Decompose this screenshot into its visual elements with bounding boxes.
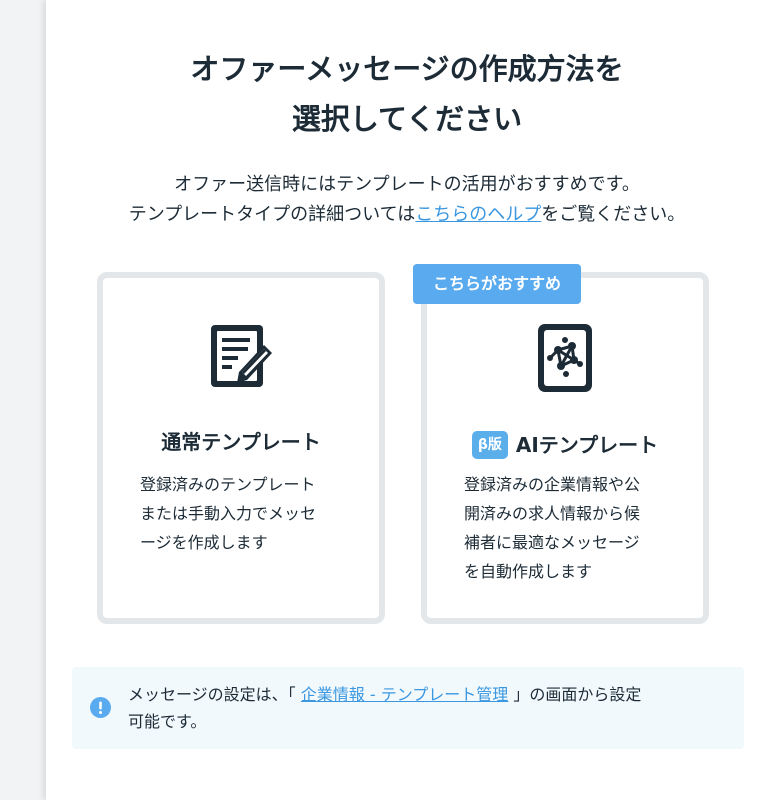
ai-network-icon (538, 324, 592, 392)
document-edit-icon (211, 325, 272, 387)
page-title-line2: 選択してください (291, 102, 523, 136)
exclamation-icon (90, 697, 111, 718)
ai-template-desc-line: 開済みの求人情報から候 (464, 504, 641, 523)
page-title-line1: オファーメッセージの作成方法を (190, 52, 624, 86)
notice-suffix: 」の画面から設定 (513, 685, 642, 704)
notice-text: メッセージの設定は、「 企業情報 - テンプレート管理 」の画面から設定 可能で… (128, 681, 728, 735)
ai-template-desc-line: を自動作成します (464, 562, 593, 581)
ai-template-title: β版 AIテンプレート (427, 428, 703, 459)
notice-prefix: メッセージの設定は、「 (128, 685, 296, 704)
page-description: オファー送信時にはテンプレートの活用がおすすめです。 テンプレートタイプの詳細つ… (46, 170, 768, 230)
notice-line2: 可能です。 (128, 712, 207, 731)
normal-template-title: 通常テンプレート (103, 428, 379, 456)
ai-template-desc-line: 登録済みの企業情報や公 (464, 475, 641, 494)
template-management-link[interactable]: 企業情報 - テンプレート管理 (301, 685, 508, 704)
normal-template-title-text: 通常テンプレート (161, 430, 321, 454)
description-line1: オファー送信時にはテンプレートの活用がおすすめです。 (174, 174, 640, 195)
settings-notice: メッセージの設定は、「 企業情報 - テンプレート管理 」の画面から設定 可能で… (72, 667, 744, 749)
recommend-badge: こちらがおすすめ (413, 264, 581, 304)
normal-template-desc: 登録済みのテンプレート または手動入力でメッセ ージを作成します (140, 470, 350, 557)
ai-template-desc-line: 補者に最適なメッセージ (464, 533, 640, 552)
normal-template-desc-line: 登録済みのテンプレート (140, 475, 316, 494)
ai-template-card[interactable]: β版 AIテンプレート 登録済みの企業情報や公 開済みの求人情報から候 補者に最… (421, 272, 709, 624)
ai-template-desc: 登録済みの企業情報や公 開済みの求人情報から候 補者に最適なメッセージ を自動作… (464, 470, 674, 586)
help-link[interactable]: こちらのヘルプ (415, 204, 541, 225)
page-title: オファーメッセージの作成方法を 選択してください (46, 44, 768, 144)
normal-template-desc-line: または手動入力でメッセ (140, 504, 317, 523)
normal-template-desc-line: ージを作成します (140, 533, 268, 552)
normal-template-card[interactable]: 通常テンプレート 登録済みのテンプレート または手動入力でメッセ ージを作成しま… (97, 272, 385, 624)
ai-template-title-text: AIテンプレート (515, 433, 659, 457)
page-backdrop (0, 0, 46, 800)
description-line2-suffix: をご覧ください。 (541, 204, 686, 225)
description-line2-prefix: テンプレートタイプの詳細ついては (128, 204, 416, 225)
beta-badge: β版 (471, 431, 508, 459)
